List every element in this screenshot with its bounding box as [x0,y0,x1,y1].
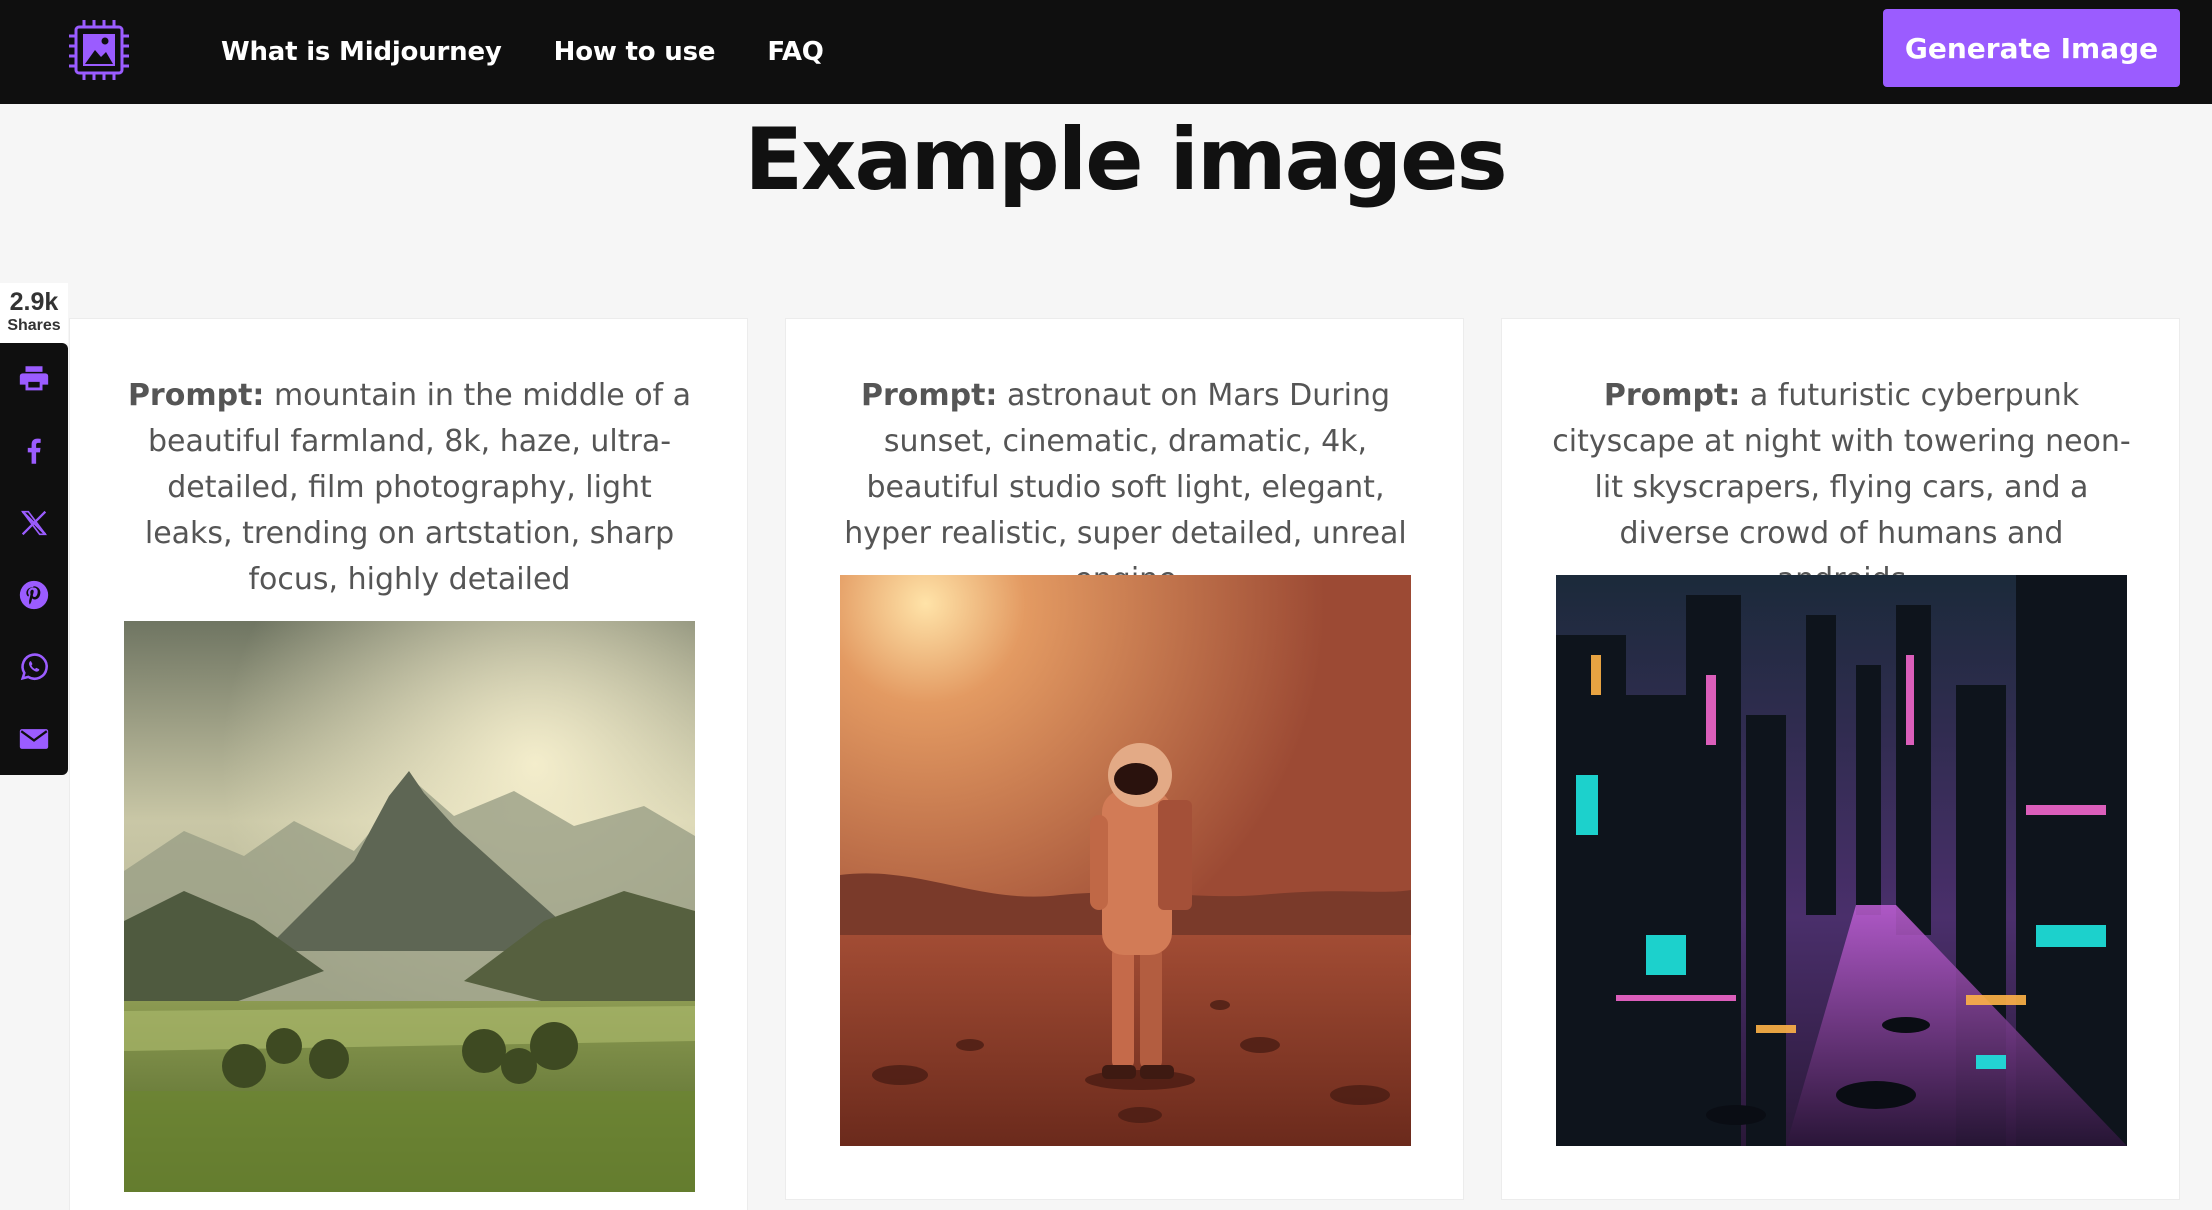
facebook-share-button[interactable] [0,415,68,487]
nav-what-is-midjourney[interactable]: What is Midjourney [221,37,502,67]
prompt-text: Prompt: mountain in the middle of a beau… [120,373,699,603]
prompt-text: Prompt: astronaut on Mars During sunset,… [836,373,1415,603]
generate-image-button[interactable]: Generate Image [1883,9,2180,87]
pinterest-icon [19,580,49,610]
whatsapp-icon [20,653,48,681]
logo-icon[interactable] [66,18,132,82]
email-share-button[interactable] [0,703,68,775]
whatsapp-share-button[interactable] [0,631,68,703]
nav-how-to-use[interactable]: How to use [554,37,716,67]
print-icon [19,366,49,391]
top-navbar: What is Midjourney How to use FAQ Genera… [0,0,2212,104]
x-icon [20,510,48,536]
email-icon [19,729,49,749]
example-image-astronaut[interactable] [840,575,1411,1146]
main-nav: What is Midjourney How to use FAQ [221,0,824,104]
prompt-label: Prompt: [1603,378,1741,413]
share-count-label: Shares [7,317,61,334]
example-card: Prompt: mountain in the middle of a beau… [69,318,748,1210]
example-card: Prompt: a futuristic cyberpunk cityscape… [1501,318,2180,1200]
example-image-cyberpunk-city[interactable] [1556,575,2127,1146]
share-rail [0,343,68,775]
prompt-label: Prompt: [860,378,998,413]
example-image-mountain[interactable] [124,621,695,1192]
example-card: Prompt: astronaut on Mars During sunset,… [785,318,1464,1200]
nav-faq[interactable]: FAQ [767,37,824,67]
facebook-icon [27,438,41,464]
prompt-text: Prompt: a futuristic cyberpunk cityscape… [1552,373,2131,603]
share-count: 2.9k [9,288,59,316]
prompt-label: Prompt: [127,378,265,413]
pinterest-share-button[interactable] [0,559,68,631]
x-share-button[interactable] [0,487,68,559]
page-title: Example images [744,110,1507,210]
print-button[interactable] [0,343,68,415]
share-counter: 2.9k Shares [0,283,68,343]
